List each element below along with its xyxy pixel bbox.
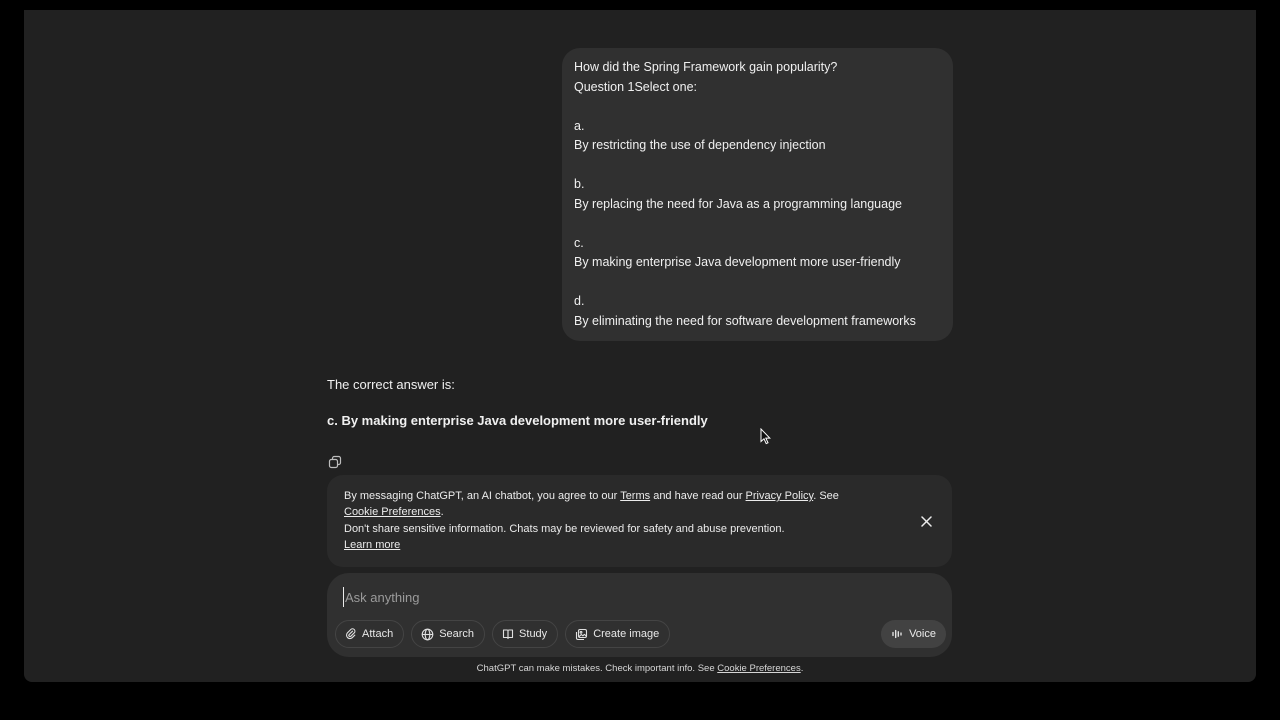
assistant-intro-text: The correct answer is:	[327, 377, 455, 392]
user-message-blank-line	[574, 156, 941, 176]
notice-text: . See	[813, 490, 839, 502]
footer-cookie-preferences-link[interactable]: Cookie Preferences	[717, 663, 800, 674]
cookie-preferences-link[interactable]: Cookie Preferences	[344, 506, 441, 518]
message-composer: Attach Search Study	[327, 573, 952, 657]
mouse-pointer-icon	[760, 427, 772, 450]
user-message-blank-line	[574, 273, 941, 293]
close-icon[interactable]	[918, 513, 934, 529]
terms-link[interactable]: Terms	[620, 490, 650, 502]
notice-text: By messaging ChatGPT, an AI chatbot, you…	[344, 490, 621, 502]
assistant-message: The correct answer is: c. By making ente…	[327, 375, 952, 431]
user-message-line: b.	[574, 177, 585, 191]
learn-more-link[interactable]: Learn more	[344, 539, 400, 551]
create-image-label: Create image	[593, 628, 660, 640]
waveform-icon	[892, 629, 902, 639]
globe-icon	[421, 628, 434, 640]
user-message-blank-line	[574, 214, 941, 234]
book-icon	[502, 629, 514, 640]
user-message-line: d.	[574, 294, 585, 308]
user-message-line: a.	[574, 118, 585, 133]
user-message-line: Question 1Select one:	[574, 79, 697, 94]
composer-tools: Attach Search Study Create image	[335, 620, 671, 648]
attach-label: Attach	[362, 628, 394, 640]
prompt-input[interactable]	[343, 587, 927, 607]
footer-text: ChatGPT can make mistakes. Check importa…	[476, 663, 718, 674]
attach-button[interactable]: Attach	[335, 620, 405, 648]
user-message-blank-line	[574, 97, 941, 117]
copy-icon[interactable]	[327, 454, 343, 470]
chat-window: How did the Spring Framework gain popula…	[24, 10, 1256, 682]
user-message-line: c.	[574, 235, 584, 250]
create-image-button[interactable]: Create image	[565, 620, 671, 648]
notice-text: and have read our	[650, 490, 746, 502]
assistant-answer-text: c. By making enterprise Java development…	[327, 413, 708, 428]
footer-text-end: .	[800, 663, 804, 674]
image-icon	[576, 628, 588, 640]
search-label: Search	[439, 628, 475, 640]
user-message-bubble: How did the Spring Framework gain popula…	[562, 48, 953, 341]
voice-button[interactable]: Voice	[881, 620, 946, 648]
search-button[interactable]: Search	[411, 620, 486, 648]
notice-text: Don't share sensitive information. Chats…	[344, 522, 785, 535]
study-button[interactable]: Study	[492, 620, 559, 648]
privacy-policy-link[interactable]: Privacy Policy	[746, 490, 814, 502]
user-message-line: How did the Spring Framework gain popula…	[574, 60, 838, 74]
notice-text: .	[440, 506, 444, 519]
study-label: Study	[519, 628, 548, 640]
user-message-line: By replacing the need for Java as a prog…	[574, 196, 902, 211]
voice-label: Voice	[909, 628, 936, 640]
terms-notice: By messaging ChatGPT, an AI chatbot, you…	[327, 475, 952, 567]
user-message-line: By restricting the use of dependency inj…	[574, 138, 826, 152]
user-message-line: By eliminating the need for software dev…	[574, 313, 916, 328]
paperclip-icon	[346, 628, 356, 640]
disclaimer-footer: ChatGPT can make mistakes. Check importa…	[24, 663, 1256, 674]
user-message-line: By making enterprise Java development mo…	[574, 255, 901, 269]
